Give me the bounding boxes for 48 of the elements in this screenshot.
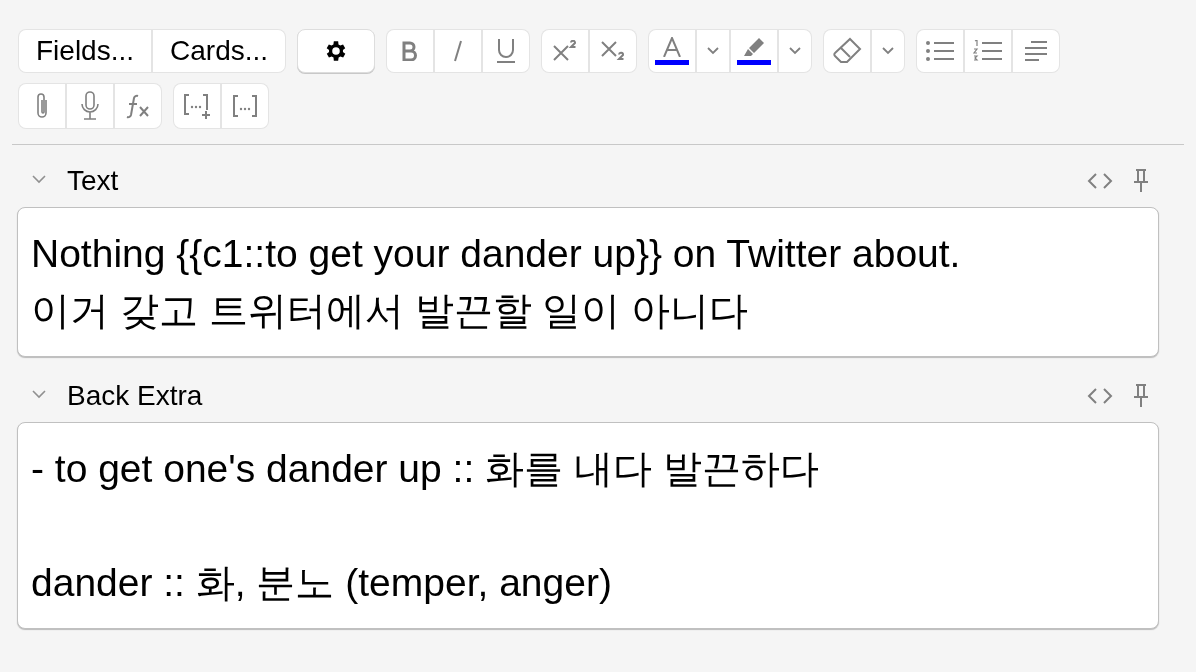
microphone-icon xyxy=(80,91,100,121)
cloze-plus-icon xyxy=(183,92,211,120)
function-icon xyxy=(124,93,152,119)
numbered-list-button[interactable] xyxy=(965,30,1012,72)
marker-icon xyxy=(742,37,767,57)
subscript-button[interactable] xyxy=(590,30,637,72)
record-button[interactable] xyxy=(67,84,113,128)
code-icon[interactable] xyxy=(1087,387,1113,405)
settings-button[interactable] xyxy=(297,29,376,73)
text-line: dander :: 화, 분노 (temper, anger) xyxy=(31,560,613,606)
bullet-list-icon xyxy=(925,40,956,62)
chevron-down-icon xyxy=(789,47,802,55)
toolbar-button[interactable]: Cards... xyxy=(153,30,286,72)
superscript-icon xyxy=(552,40,579,62)
text-line: 이거 갖고 트위터에서 발끈할 일이 아니다 xyxy=(31,288,750,334)
chevron-down-icon xyxy=(882,47,895,55)
text-editor[interactable]: - to get one's dander up :: 화를 내다 발끈하다 dander :: 화, 분노 (temper, anger) xyxy=(17,422,1159,629)
cloze-button[interactable] xyxy=(222,84,268,128)
bold-icon xyxy=(401,41,420,61)
formula-button[interactable] xyxy=(115,84,161,128)
text-color-button[interactable] xyxy=(649,30,696,72)
pin-icon[interactable] xyxy=(1133,383,1149,409)
pin-icon[interactable] xyxy=(1133,168,1149,194)
text-editor[interactable]: Nothing {{c1::to get your dander up}} on Twitter about. 이거 갖고 트위터에서 발끈할 일이 아니다 xyxy=(17,207,1159,357)
field-label: Text xyxy=(67,164,120,198)
cloze-button[interactable] xyxy=(174,84,220,128)
bold-button[interactable] xyxy=(387,30,434,72)
code-icon[interactable] xyxy=(1087,172,1113,190)
toolbar-button[interactable]: Fields... xyxy=(19,30,152,72)
text-line: Nothing {{c1::to get your dander up}} on Twitter about. xyxy=(31,231,962,277)
text-line: - to get one's dander up :: 화를 내다 발끈하다 xyxy=(31,446,820,492)
letter-a-icon xyxy=(662,37,683,57)
underline-icon xyxy=(496,38,517,64)
cloze-icon xyxy=(232,94,258,118)
align-button[interactable] xyxy=(1013,30,1060,72)
text-lines-icon xyxy=(1023,40,1050,62)
superscript-button[interactable] xyxy=(542,30,589,72)
bullet-list-button[interactable] xyxy=(917,30,964,72)
numbered-list-icon xyxy=(973,40,1004,62)
subscript-icon xyxy=(600,40,627,62)
paperclip-icon xyxy=(34,92,50,120)
attach-button[interactable] xyxy=(19,84,65,128)
eraser-icon xyxy=(832,37,863,65)
chevron-down-icon xyxy=(707,47,720,55)
field-label: Back Extra xyxy=(67,379,204,413)
underline-button[interactable] xyxy=(483,30,530,72)
highlight-color-button[interactable] xyxy=(731,30,778,72)
eraser-button[interactable] xyxy=(824,30,871,72)
